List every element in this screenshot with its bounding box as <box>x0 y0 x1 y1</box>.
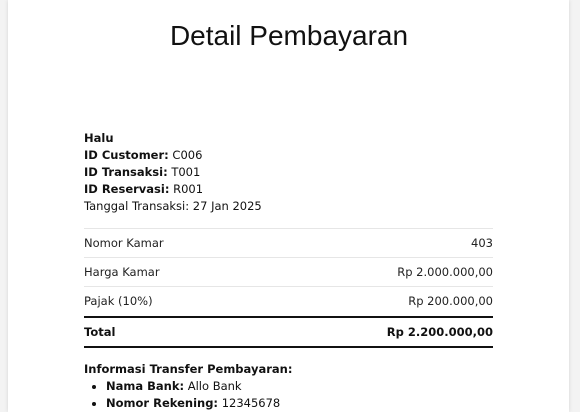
table-row: Nomor Kamar 403 <box>84 228 493 257</box>
list-item: Nomor Rekening: 12345678 <box>106 395 292 412</box>
account-number-value: 12345678 <box>221 396 281 410</box>
account-number-label: Nomor Rekening: <box>106 396 219 410</box>
page-title: Detail Pembayaran <box>169 20 409 51</box>
row-label: Nomor Kamar <box>84 236 164 250</box>
customer-id-value: C006 <box>172 148 203 162</box>
bank-name-value: Allo Bank <box>187 379 242 393</box>
customer-id-line: ID Customer: C006 <box>84 147 262 164</box>
table-row: Harga Kamar Rp 2.000.000,00 <box>84 257 493 286</box>
reservation-id-label: ID Reservasi: <box>84 182 170 196</box>
transaction-date-line: Tanggal Transaksi: 27 Jan 2025 <box>84 198 262 215</box>
customer-info: Halu ID Customer: C006 ID Transaksi: T00… <box>84 130 262 215</box>
transaction-id-label: ID Transaksi: <box>84 165 168 179</box>
reservation-id-value: R001 <box>173 182 204 196</box>
list-item: Nama Bank: Allo Bank <box>106 378 292 395</box>
reservation-id-line: ID Reservasi: R001 <box>84 181 262 198</box>
transfer-info: Informasi Transfer Pembayaran: Nama Bank… <box>84 361 292 412</box>
row-value: Rp 2.000.000,00 <box>397 265 493 279</box>
transaction-id-value: T001 <box>171 165 201 179</box>
row-label: Pajak (10%) <box>84 294 153 308</box>
row-label: Harga Kamar <box>84 265 160 279</box>
bank-name-label: Nama Bank: <box>106 379 185 393</box>
transaction-date-value: 27 Jan 2025 <box>192 199 262 213</box>
transaction-id-line: ID Transaksi: T001 <box>84 164 262 181</box>
table-row: Pajak (10%) Rp 200.000,00 <box>84 286 493 315</box>
total-value: Rp 2.200.000,00 <box>386 325 493 339</box>
total-label: Total <box>84 325 116 339</box>
transfer-heading: Informasi Transfer Pembayaran: <box>84 362 293 376</box>
customer-id-label: ID Customer: <box>84 148 169 162</box>
customer-name: Halu <box>84 131 114 145</box>
total-row: Total Rp 2.200.000,00 <box>84 316 493 348</box>
transfer-list: Nama Bank: Allo Bank Nomor Rekening: 123… <box>84 378 292 412</box>
row-value: Rp 200.000,00 <box>408 294 493 308</box>
payment-table: Nomor Kamar 403 Harga Kamar Rp 2.000.000… <box>84 228 493 348</box>
row-value: 403 <box>471 236 493 250</box>
transaction-date-label: Tanggal Transaksi: <box>84 199 190 213</box>
